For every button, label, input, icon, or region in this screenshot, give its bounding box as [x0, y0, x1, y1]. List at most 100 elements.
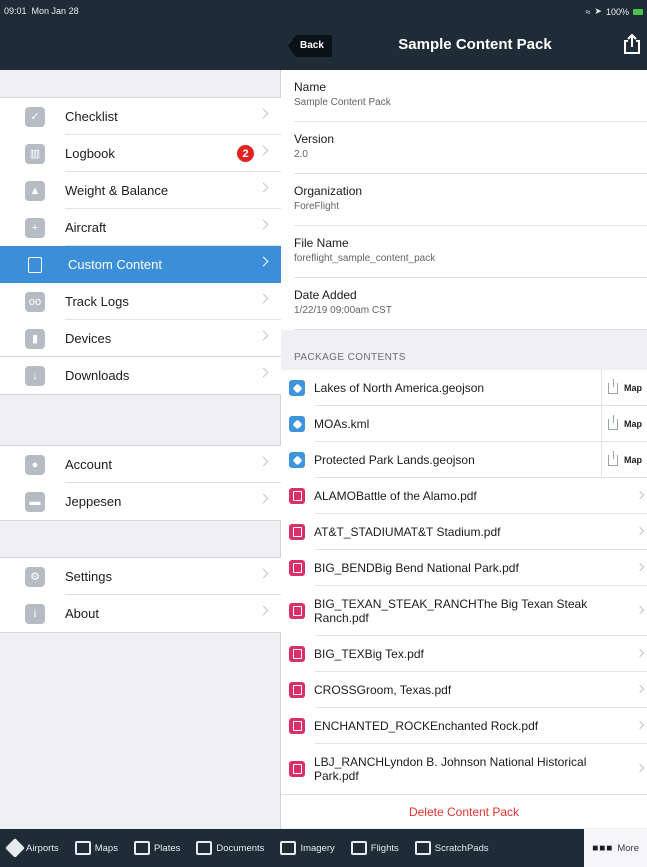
location-icon: ➤	[594, 6, 602, 16]
property-key: Version	[294, 132, 335, 146]
tab-flights[interactable]: Flights	[343, 829, 407, 867]
map-label: Map	[624, 419, 642, 429]
delete-content-pack-button[interactable]: Delete Content Pack	[281, 794, 647, 828]
page-title: Sample Content Pack	[398, 36, 552, 53]
content-item[interactable]: ENCHANTED_ROCKEnchanted Rock.pdf	[281, 708, 647, 744]
sidebar-item[interactable]: ⚙ Settings	[0, 558, 281, 595]
content-item-name: AT&T_STADIUMAT&T Stadium.pdf	[314, 525, 501, 539]
sidebar-item[interactable]: ↓ Downloads	[0, 357, 281, 394]
content-item-name: BIG_BENDBig Bend National Park.pdf	[314, 561, 519, 575]
sidebar-group: ↓ Downloads	[0, 356, 281, 395]
tab-label: Documents	[216, 842, 265, 854]
status-bar: 09:01 Mon Jan 28 ≈ ➤ 100%	[0, 0, 647, 20]
sidebar-item[interactable]: ▥ Logbook 2	[0, 135, 281, 172]
tab-label: Imagery	[300, 842, 335, 854]
sidebar-item[interactable]: oo Track Logs	[0, 283, 281, 320]
share-icon	[608, 414, 618, 430]
content-item[interactable]: LBJ_RANCHLyndon B. Johnson National Hist…	[281, 744, 647, 794]
sidebar-item-label: Downloads	[65, 368, 130, 383]
content-item[interactable]: BIG_TEXBig Tex.pdf	[281, 636, 647, 672]
content-item[interactable]: BIG_BENDBig Bend National Park.pdf	[281, 550, 647, 586]
tab-plates[interactable]: Plates	[126, 829, 188, 867]
tab-imagery[interactable]: Imagery	[272, 829, 342, 867]
property-value: 1/22/19 09:00am CST	[294, 305, 392, 316]
plates-icon	[133, 841, 150, 855]
sidebar-group: ✓ Checklist ▥ Logbook 2 ▲ Weight & Balance + Air…	[0, 97, 281, 358]
share-icon	[608, 450, 618, 466]
content-item-name: BIG_TEXBig Tex.pdf	[314, 647, 424, 661]
content-item[interactable]: CROSSGroom, Texas.pdf	[281, 672, 647, 708]
map-button[interactable]: Map	[601, 370, 647, 406]
chevron-right-icon	[635, 562, 645, 572]
property-key: Name	[294, 80, 327, 94]
property-key: Organization	[294, 184, 363, 198]
maps-icon	[74, 841, 91, 855]
content-item[interactable]: Lakes of North America.geojson Map	[281, 370, 647, 406]
sidebar-item-label: Aircraft	[65, 220, 107, 235]
navigation-bar: Back Sample Content Pack	[0, 20, 647, 70]
sidebar-item[interactable]: ▮ Devices	[0, 320, 281, 357]
scale-icon: ▲	[25, 180, 45, 201]
sidebar-item-label: About	[65, 606, 99, 621]
document-icon	[28, 256, 42, 273]
tab-label: Flights	[370, 842, 399, 854]
status-time: 09:01 Mon Jan 28	[4, 6, 79, 16]
tab-scratchpads[interactable]: ScratchPads	[407, 829, 497, 867]
pdf-file-icon	[289, 560, 305, 576]
sidebar-item[interactable]: ▬ Jeppesen	[0, 483, 281, 520]
content-item[interactable]: MOAs.kml Map	[281, 406, 647, 442]
property-key: File Name	[294, 236, 349, 250]
content-item-name: Lakes of North America.geojson	[314, 381, 485, 395]
plane-icon: +	[25, 217, 45, 238]
chevron-right-icon	[635, 684, 645, 694]
more-icon: ■■■	[592, 842, 614, 854]
book-icon: ▥	[25, 143, 45, 164]
tab-label: More	[617, 842, 639, 854]
property-row: Version 2.0	[281, 122, 647, 174]
chevron-right-icon	[635, 720, 645, 730]
content-item[interactable]: Protected Park Lands.geojson Map	[281, 442, 647, 478]
content-item[interactable]: BIG_TEXAN_STEAK_RANCHThe Big Texan Steak…	[281, 586, 647, 636]
property-row: Organization ForeFlight	[281, 174, 647, 226]
chevron-right-icon	[635, 490, 645, 500]
tab-bar: Airports Maps Plates Documents Imagery Flight…	[0, 829, 647, 867]
sidebar-item-label: Weight & Balance	[65, 183, 169, 198]
tab-maps[interactable]: Maps	[67, 829, 126, 867]
pdf-file-icon	[289, 682, 305, 698]
plug-icon: ▮	[25, 328, 45, 349]
content-item[interactable]: AT&T_STADIUMAT&T Stadium.pdf	[281, 514, 647, 550]
map-button[interactable]: Map	[601, 406, 647, 442]
sidebar-item-label: Settings	[65, 569, 112, 584]
sidebar-item[interactable]: ● Account	[0, 446, 281, 483]
chevron-right-icon	[635, 648, 645, 658]
tab-documents[interactable]: Documents	[188, 829, 272, 867]
geojson-file-icon	[289, 416, 305, 432]
content-item-name: ALAMOBattle of the Alamo.pdf	[314, 489, 477, 503]
wifi-icon: ≈	[585, 6, 591, 17]
sidebar: ✓ Checklist ▥ Logbook 2 ▲ Weight & Balance + Air…	[0, 70, 281, 829]
back-button[interactable]: Back	[288, 35, 332, 57]
content-item[interactable]: ALAMOBattle of the Alamo.pdf	[281, 478, 647, 514]
pdf-file-icon	[289, 488, 305, 504]
sidebar-item[interactable]: + Aircraft	[0, 209, 281, 246]
share-icon	[608, 378, 618, 394]
gear-icon: ⚙	[25, 566, 45, 587]
sidebar-item-label: Checklist	[65, 109, 118, 124]
content-item-name: ENCHANTED_ROCKEnchanted Rock.pdf	[314, 719, 539, 733]
share-icon[interactable]	[623, 34, 641, 54]
sidebar-item[interactable]: Custom Content	[0, 246, 281, 283]
sidebar-item[interactable]: i About	[0, 595, 281, 632]
pdf-file-icon	[289, 603, 305, 619]
sidebar-item[interactable]: ✓ Checklist	[0, 98, 281, 135]
sidebar-item[interactable]: ▲ Weight & Balance	[0, 172, 281, 209]
tab-more[interactable]: ■■■ More	[584, 829, 647, 867]
tab-label: Plates	[153, 842, 181, 854]
documents-icon	[196, 841, 213, 855]
properties-list: Name Sample Content Pack Version 2.0 Organiz…	[281, 70, 647, 330]
detail-pane: Name Sample Content Pack Version 2.0 Organiz…	[281, 70, 647, 829]
battery-icon	[633, 8, 643, 15]
package-contents-list: Lakes of North America.geojson Map MOAs.km…	[281, 370, 647, 794]
tab-airports[interactable]: Airports	[0, 829, 67, 867]
airports-icon	[5, 838, 25, 858]
map-button[interactable]: Map	[601, 442, 647, 478]
